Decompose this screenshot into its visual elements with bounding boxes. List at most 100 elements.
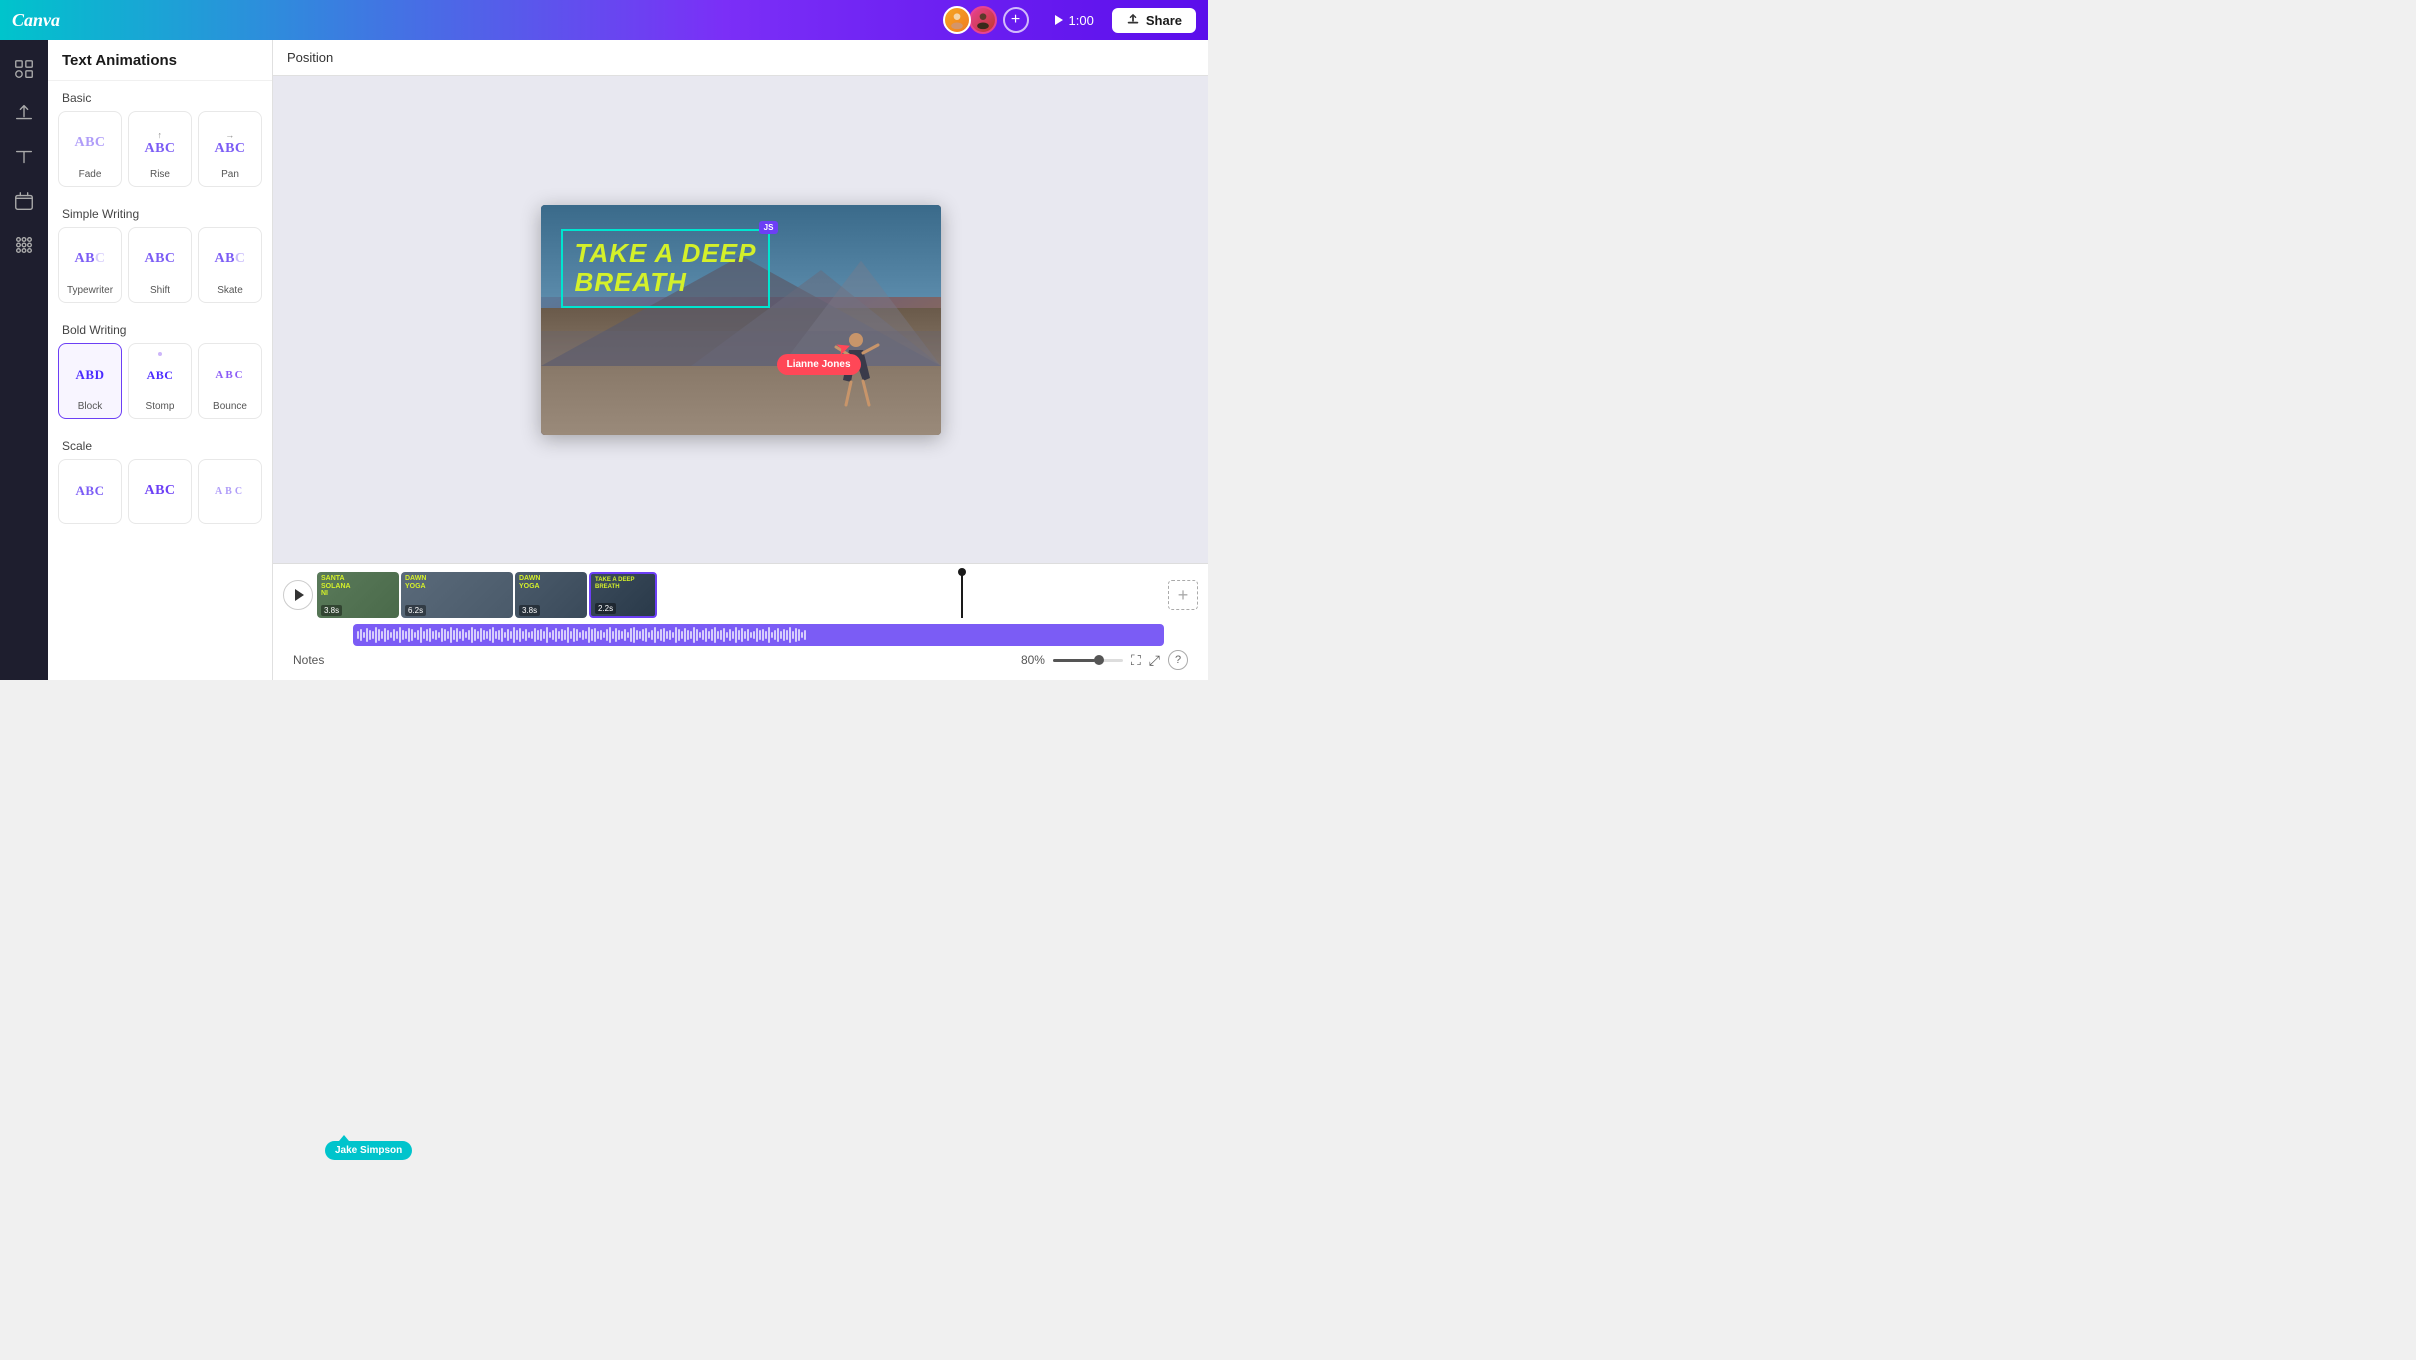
left-sidebar	[0, 40, 48, 680]
anim-preview-scale1: ABC	[76, 470, 105, 512]
anim-card-pan[interactable]: → ABC Pan	[198, 111, 262, 187]
audio-track-row: (function() { const container = document…	[283, 624, 1198, 646]
anim-label-fade: Fade	[79, 169, 102, 180]
canvas-text-box[interactable]: JS TAKE A DEEP BREATH	[561, 229, 771, 309]
anim-preview-fade: ABC	[74, 122, 105, 164]
anim-card-bounce[interactable]: ABC Bounce	[198, 343, 262, 419]
section-boldwriting-label: Bold Writing	[48, 313, 272, 343]
share-button[interactable]: Share	[1112, 8, 1196, 33]
audio-track[interactable]: (function() { const container = document…	[353, 624, 1164, 646]
sidebar-icon-uploads[interactable]	[5, 94, 43, 132]
animations-panel: Text Animations Basic ABC Fade ↑ ABC Ris…	[48, 40, 273, 680]
anim-preview-typewriter: ABC	[74, 238, 105, 280]
anim-preview-stomp: ABC	[147, 354, 174, 396]
anim-card-scale1[interactable]: ABC	[58, 459, 122, 524]
canvas-headline: TAKE A DEEP BREATH	[575, 239, 757, 299]
anim-label-skate: Skate	[217, 285, 243, 296]
timeline-area: SANTASOLANANI 3.8s DAWNYOGA 6.2s DAWNYOG…	[273, 563, 1208, 680]
notes-label[interactable]: Notes	[293, 653, 324, 667]
anim-label-pan: Pan	[221, 169, 239, 180]
scale-grid: ABC ABC ABC	[48, 459, 272, 534]
sidebar-icon-apps[interactable]	[5, 226, 43, 264]
lianne-tooltip: ➤ Lianne Jones	[777, 354, 861, 375]
anim-preview-skate: ABC	[214, 238, 245, 280]
zoom-level: 80%	[1021, 653, 1045, 667]
position-bar: Position	[273, 40, 1208, 76]
add-collaborator-button[interactable]: +	[1003, 7, 1029, 33]
fullscreen-icon[interactable]: ⛶	[1131, 652, 1141, 669]
time-display: 1:00	[1069, 13, 1094, 28]
avatar-user1[interactable]	[943, 6, 971, 34]
canvas-area: JS TAKE A DEEP BREATH	[273, 76, 1208, 563]
sidebar-icon-text[interactable]	[5, 138, 43, 176]
anim-label-stomp: Stomp	[146, 401, 175, 412]
clip-3[interactable]: DAWNYOGA 3.8s	[515, 572, 587, 618]
anim-card-scale2[interactable]: ABC	[128, 459, 192, 524]
position-tab-label[interactable]: Position	[287, 50, 333, 65]
avatar-user2[interactable]	[969, 6, 997, 34]
clip-2-duration: 6.2s	[405, 605, 426, 616]
anim-card-stomp[interactable]: ABC Stomp	[128, 343, 192, 419]
anim-preview-pan: → ABC	[214, 122, 245, 164]
section-basic-label: Basic	[48, 81, 272, 111]
anim-card-skate[interactable]: ABC Skate	[198, 227, 262, 303]
anim-card-rise[interactable]: ↑ ABC Rise	[128, 111, 192, 187]
clip-3-duration: 3.8s	[519, 605, 540, 616]
expand-icon[interactable]: ⤢	[1149, 652, 1160, 669]
sidebar-icon-elements[interactable]	[5, 50, 43, 88]
collaborators-section: +	[943, 6, 1029, 34]
clip-2[interactable]: DAWNYOGA 6.2s	[401, 572, 513, 618]
main-layout: Text Animations Basic ABC Fade ↑ ABC Ris…	[0, 40, 1208, 680]
zoom-slider[interactable]	[1053, 659, 1123, 662]
clip-4-duration: 2.2s	[595, 603, 616, 614]
panel-title: Text Animations	[62, 52, 177, 69]
playhead	[961, 572, 963, 618]
bottom-bar: Notes 80% ⛶ ⤢ ?	[283, 646, 1198, 672]
simplewriting-grid: ABC Typewriter ABC Shift ABC Skate	[48, 227, 272, 313]
sidebar-icon-projects[interactable]	[5, 182, 43, 220]
panel-header: Text Animations	[48, 40, 272, 81]
anim-card-block[interactable]: ABD Block	[58, 343, 122, 419]
section-simplewriting-label: Simple Writing	[48, 197, 272, 227]
clip-3-label: DAWNYOGA	[519, 575, 540, 590]
anim-card-scale3[interactable]: ABC	[198, 459, 262, 524]
timeline-clips: SANTASOLANANI 3.8s DAWNYOGA 6.2s DAWNYOG…	[283, 572, 1198, 618]
basic-grid: ABC Fade ↑ ABC Rise → ABC Pan	[48, 111, 272, 197]
clip-1[interactable]: SANTASOLANANI 3.8s	[317, 572, 399, 618]
anim-preview-scale2: ABC	[144, 470, 175, 512]
zoom-slider-fill	[1053, 659, 1095, 662]
clip-4[interactable]: TAKE A DEEPBREATH 2.2s	[589, 572, 657, 618]
clip-2-label: DAWNYOGA	[405, 575, 426, 590]
play-icon	[1055, 15, 1063, 25]
play-triangle-icon	[295, 589, 304, 601]
js-badge: JS	[759, 221, 779, 234]
anim-label-rise: Rise	[150, 169, 170, 180]
timeline-play-button[interactable]	[283, 580, 313, 610]
clips-wrapper: SANTASOLANANI 3.8s DAWNYOGA 6.2s DAWNYOG…	[317, 572, 1164, 618]
anim-label-shift: Shift	[150, 285, 170, 296]
anim-card-fade[interactable]: ABC Fade	[58, 111, 122, 187]
anim-preview-scale3: ABC	[215, 470, 245, 512]
add-clip-button[interactable]: +	[1168, 580, 1198, 610]
anim-label-typewriter: Typewriter	[67, 285, 113, 296]
anim-preview-block: ABD	[76, 354, 105, 396]
anim-preview-shift: ABC	[144, 238, 175, 280]
boldwriting-grid: ABD Block ABC Stomp ABC Bounce	[48, 343, 272, 429]
help-button[interactable]: ?	[1168, 650, 1188, 670]
content-area: Position	[273, 40, 1208, 680]
anim-label-block: Block	[78, 401, 102, 412]
header: Canva + 1:00 Share	[0, 0, 1208, 40]
anim-preview-bounce: ABC	[215, 354, 244, 396]
anim-card-shift[interactable]: ABC Shift	[128, 227, 192, 303]
clip-1-label: SANTASOLANANI	[321, 575, 351, 598]
share-icon	[1126, 13, 1140, 27]
canva-logo[interactable]: Canva	[12, 10, 60, 31]
clip-4-label: TAKE A DEEPBREATH	[595, 577, 634, 590]
play-time-display[interactable]: 1:00	[1045, 9, 1104, 32]
canvas-frame[interactable]: JS TAKE A DEEP BREATH	[541, 205, 941, 435]
waveform-bars: (function() { const container = document…	[353, 624, 1164, 646]
section-scale-label: Scale	[48, 429, 272, 459]
anim-card-typewriter[interactable]: ABC Typewriter	[58, 227, 122, 303]
clips-track: SANTASOLANANI 3.8s DAWNYOGA 6.2s DAWNYOG…	[317, 572, 1164, 618]
zoom-slider-thumb	[1094, 655, 1104, 665]
